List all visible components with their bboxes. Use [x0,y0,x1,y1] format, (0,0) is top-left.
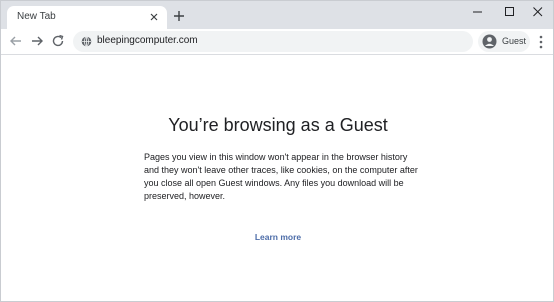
description-text: Pages you view in this window won't appe… [144,152,418,201]
plus-icon[interactable] [172,9,186,23]
profile-label: Guest [502,36,527,46]
toolbar: bleepingcomputer.com Guest [1,29,553,55]
maximize-icon [505,7,514,16]
page-title: You’re browsing as a Guest [168,115,388,135]
tab-strip: New Tab [1,1,553,29]
minimize-button[interactable] [463,1,493,23]
arrow-right-icon[interactable] [29,33,45,49]
window-close-button[interactable] [523,1,553,23]
address-bar[interactable]: bleepingcomputer.com [73,31,473,52]
reload-icon[interactable] [50,33,66,49]
guest-profile-button[interactable]: Guest [478,31,530,52]
tab-new-tab[interactable]: New Tab [7,6,167,29]
close-icon[interactable] [148,11,160,23]
close-icon [533,7,543,17]
learn-more-link[interactable]: Learn more [1,232,553,242]
minimize-icon [473,11,482,13]
tab-title: New Tab [17,11,56,22]
arrow-left-icon[interactable] [8,33,24,49]
globe-icon[interactable] [81,36,92,47]
three-dots-icon[interactable] [535,34,547,50]
maximize-button[interactable] [495,1,525,23]
guest-avatar-icon [482,34,497,49]
url-text[interactable]: bleepingcomputer.com [97,35,198,46]
guest-page: You’re browsing as a Guest Pages you vie… [1,55,553,301]
browser-window: New Tab bleepingcomputer.com Guest You’r… [0,0,554,302]
